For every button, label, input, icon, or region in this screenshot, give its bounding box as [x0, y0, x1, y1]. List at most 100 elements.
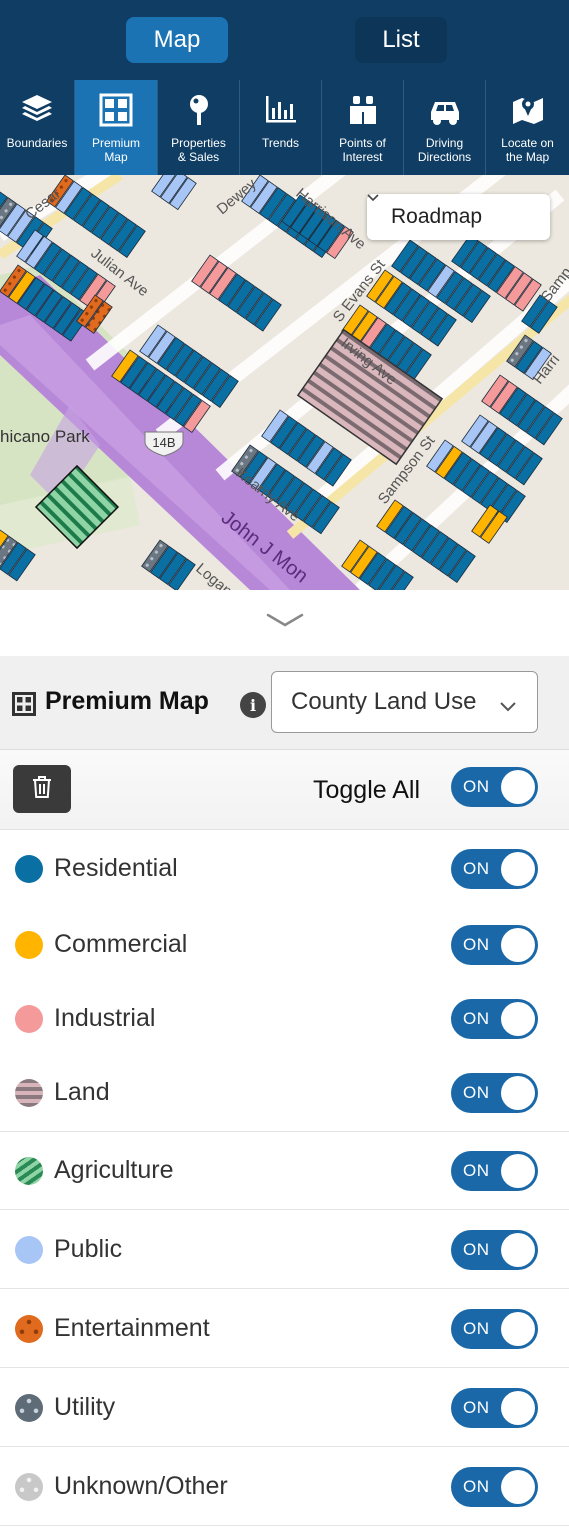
switch-state: ON: [463, 935, 490, 954]
category-row-entertainment: Entertainment ON: [0, 1290, 569, 1368]
entertainment-swatch-icon: [15, 1315, 43, 1343]
tool-boundaries[interactable]: Boundaries: [0, 80, 75, 175]
binoculars-icon: [345, 92, 381, 128]
category-row-residential: Residential ON: [0, 830, 569, 908]
toggle-all-switch[interactable]: ON: [451, 767, 538, 807]
view-switcher: Map List: [0, 0, 569, 80]
category-label: Public: [54, 1235, 123, 1263]
tool-label: Trends: [262, 136, 299, 150]
chevron-down-icon: [499, 692, 517, 720]
tool-label: Properties & Sales: [171, 136, 226, 164]
tool-label: Boundaries: [6, 136, 68, 150]
premium-map-header: Premium Map i County Land Use: [0, 656, 569, 750]
dataset-select-value: County Land Use: [291, 688, 477, 715]
switch-state: ON: [463, 1477, 490, 1496]
premium-map-title: Premium Map: [45, 687, 209, 715]
switch-knob: [501, 928, 535, 962]
land-toggle[interactable]: ON: [451, 1073, 538, 1113]
category-label: Utility: [54, 1393, 116, 1421]
map-type-dropdown[interactable]: Roadmap: [367, 194, 550, 240]
switch-knob: [501, 1391, 535, 1425]
grid-icon: [98, 92, 134, 128]
switch-state: ON: [463, 859, 490, 878]
switch-state: ON: [463, 1319, 490, 1338]
trash-icon: [30, 774, 54, 805]
tool-trends[interactable]: Trends: [240, 80, 322, 175]
tool-driving-directions[interactable]: Driving Directions: [404, 80, 486, 175]
toggle-all-label: Toggle All: [313, 776, 421, 804]
clear-button[interactable]: [13, 765, 71, 813]
entertainment-toggle[interactable]: ON: [451, 1309, 538, 1349]
toggle-all-row: Toggle All ON: [0, 750, 569, 830]
tool-label: Points of Interest: [339, 136, 386, 164]
switch-knob: [501, 1233, 535, 1267]
category-label: Land: [54, 1078, 110, 1106]
switch-state: ON: [463, 777, 490, 796]
tool-premium-map[interactable]: Premium Map: [75, 80, 158, 175]
switch-knob: [501, 1312, 535, 1346]
industrial-toggle[interactable]: ON: [451, 999, 538, 1039]
unknown-other-toggle[interactable]: ON: [451, 1467, 538, 1507]
utility-swatch-icon: [15, 1394, 43, 1422]
tab-list[interactable]: List: [355, 17, 447, 63]
switch-knob: [501, 1002, 535, 1036]
collapse-panel-handle[interactable]: [0, 590, 569, 656]
switch-state: ON: [463, 1083, 490, 1102]
switch-state: ON: [463, 1398, 490, 1417]
switch-knob: [501, 1076, 535, 1110]
grid-icon: [12, 692, 36, 721]
map-view[interactable]: Cesar Julian Ave Dewey Harrison Ave S Ev…: [0, 175, 569, 590]
label-chicano-park: hicano Park: [0, 427, 90, 446]
switch-knob: [501, 770, 535, 804]
switch-state: ON: [463, 1240, 490, 1259]
agriculture-toggle[interactable]: ON: [451, 1151, 538, 1191]
category-row-industrial: Industrial ON: [0, 980, 569, 1058]
category-row-public: Public ON: [0, 1211, 569, 1289]
category-row-utility: Utility ON: [0, 1369, 569, 1447]
category-row-unknown-other: Unknown/Other ON: [0, 1448, 569, 1526]
switch-knob: [501, 852, 535, 886]
pin-icon: [181, 92, 217, 128]
dataset-select[interactable]: County Land Use: [271, 671, 538, 733]
category-row-commercial: Commercial ON: [0, 906, 569, 984]
category-label: Unknown/Other: [54, 1472, 228, 1500]
tool-label: Premium Map: [91, 136, 140, 164]
bar-chart-icon: [263, 92, 299, 128]
tool-points-of-interest[interactable]: Points of Interest: [322, 80, 404, 175]
switch-state: ON: [463, 1161, 490, 1180]
tool-locate-on-map[interactable]: Locate on the Map: [486, 80, 569, 175]
tool-label: Locate on the Map: [501, 136, 554, 164]
layers-icon: [19, 92, 55, 128]
tool-properties-sales[interactable]: Properties & Sales: [158, 80, 240, 175]
category-row-land: Land ON: [0, 1054, 569, 1132]
switch-state: ON: [463, 1009, 490, 1028]
car-icon: [427, 92, 463, 128]
unknown-other-swatch-icon: [15, 1473, 43, 1501]
category-row-agriculture: Agriculture ON: [0, 1132, 569, 1210]
switch-knob: [501, 1470, 535, 1504]
category-label: Entertainment: [54, 1314, 210, 1342]
agriculture-swatch-icon: [15, 1157, 43, 1185]
map-tools-toolbar: Boundaries Premium Map Properties & Sale…: [0, 80, 569, 175]
switch-knob: [501, 1154, 535, 1188]
label-14b: 14B: [152, 435, 175, 450]
category-label: Residential: [54, 854, 178, 882]
info-icon[interactable]: i: [240, 692, 266, 718]
category-label: Agriculture: [54, 1156, 174, 1184]
industrial-swatch-icon: [15, 1005, 43, 1033]
tab-map[interactable]: Map: [126, 17, 228, 63]
category-label: Commercial: [54, 930, 188, 958]
tool-label: Driving Directions: [417, 136, 472, 164]
commercial-swatch-icon: [15, 931, 43, 959]
public-toggle[interactable]: ON: [451, 1230, 538, 1270]
residential-swatch-icon: [15, 855, 43, 883]
commercial-toggle[interactable]: ON: [451, 925, 538, 965]
map-pin-icon: [510, 92, 546, 128]
utility-toggle[interactable]: ON: [451, 1388, 538, 1428]
residential-toggle[interactable]: ON: [451, 849, 538, 889]
public-swatch-icon: [15, 1236, 43, 1264]
land-swatch-icon: [15, 1079, 43, 1107]
map-type-label: Roadmap: [391, 205, 483, 228]
category-label: Industrial: [54, 1004, 156, 1032]
chevron-down-icon[interactable]: [265, 612, 305, 656]
